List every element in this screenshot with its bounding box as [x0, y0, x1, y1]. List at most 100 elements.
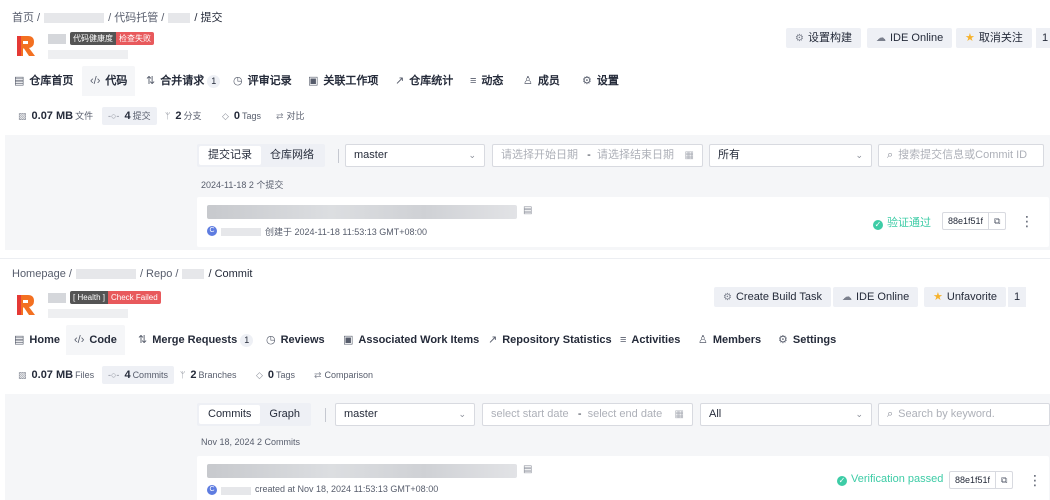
tab-reviews[interactable]: ◷ 评审记录 — [233, 66, 292, 96]
more-options-icon[interactable]: ⋮ — [1020, 212, 1034, 230]
unfollow-button[interactable]: ★ 取消关注 — [956, 28, 1032, 48]
commit-sha[interactable]: 88e1f51f ⧉ — [942, 212, 1007, 230]
tab-label: 代码 — [105, 75, 128, 87]
commit-sha[interactable]: 88e1f51f ⧉ — [949, 471, 1014, 489]
note-icon[interactable]: ▤ — [523, 205, 532, 216]
stat-files[interactable]: ▧ 0.07 MB Files — [18, 366, 94, 384]
merge-request-count: 1 — [207, 75, 221, 88]
search-input[interactable]: ⌕ 搜索提交信息或Commit ID — [878, 144, 1044, 167]
breadcrumb-project-redacted[interactable] — [75, 269, 136, 280]
stat-branches[interactable]: ᛘ 2 分支 — [165, 107, 202, 125]
tab-settings[interactable]: ⚙ 设置 — [582, 66, 619, 96]
stat-files[interactable]: ▧ 0.07 MB 文件 — [18, 107, 93, 125]
date-group-header: Nov 18, 2024 2 Commits — [201, 437, 301, 447]
tab-work-items[interactable]: ▣ 关联工作项 — [308, 66, 378, 96]
check-failed-badge[interactable]: Check Failed — [108, 291, 161, 304]
code-icon: ‹/› — [90, 75, 101, 87]
tab-activities[interactable]: ≡ Activities — [620, 325, 680, 355]
ide-online-button[interactable]: ☁ IDE Online — [867, 28, 953, 48]
seg-graph[interactable]: 仓库网络 — [261, 146, 323, 165]
unfavorite-button[interactable]: ★ Unfavorite — [924, 287, 1007, 307]
stat-tags[interactable]: ◇ 0 Tags — [222, 107, 261, 125]
health-badge[interactable]: 代码健康度 — [70, 32, 116, 45]
tab-label: 评审记录 — [247, 75, 292, 87]
tab-repo-home[interactable]: ▤ 仓库首页 — [14, 66, 73, 96]
files-label: 文件 — [75, 111, 94, 121]
commits-content: 提交记录 仓库网络 master ⌄ 请选择开始日期 - 请选择结束日期 ▦ 所有 ⌄ … — [5, 135, 1050, 250]
tab-code[interactable]: ‹/› Code — [66, 325, 125, 355]
branch-icon: ᛘ — [180, 370, 186, 380]
stat-compare[interactable]: ⇄ 对比 — [276, 107, 305, 125]
check-failed-badge[interactable]: 检查失败 — [116, 32, 154, 45]
compare-icon: ⇄ — [314, 370, 322, 380]
seg-graph[interactable]: Graph — [260, 405, 309, 424]
verify-label: 验证通过 — [887, 217, 931, 229]
seg-commits[interactable]: Commits — [199, 405, 261, 424]
tab-label: 成员 — [537, 75, 560, 87]
commit-card[interactable]: ▤ C 创建于 2024-11-18 11:53:13 GMT+08:00 ✓ 验… — [197, 197, 1049, 247]
note-icon[interactable]: ▤ — [523, 464, 532, 475]
tab-settings[interactable]: ⚙ Settings — [778, 325, 836, 355]
tab-work-items[interactable]: ▣ Associated Work Items — [343, 325, 479, 355]
breadcrumb-home[interactable]: Homepage / — [12, 268, 72, 280]
tab-label: Repository Statistics — [502, 334, 612, 346]
tab-statistics[interactable]: ↗ 仓库统计 — [395, 66, 453, 96]
commit-card[interactable]: ▤ C created at Nov 18, 2024 11:53:13 GMT… — [197, 456, 1049, 500]
tab-activities[interactable]: ≡ 动态 — [470, 66, 503, 96]
commits-count: 4 — [124, 110, 131, 122]
create-build-task-button[interactable]: ⚙ Create Build Task — [714, 287, 831, 307]
tab-home[interactable]: ▤ Home — [14, 325, 60, 355]
commit-icon: -○- — [108, 111, 120, 121]
commit-message-redacted[interactable] — [207, 464, 517, 478]
scope-select[interactable]: 所有 ⌄ — [709, 144, 872, 167]
verification-status[interactable]: ✓ 验证通过 — [873, 214, 931, 230]
breadcrumb-repo-redacted[interactable] — [182, 269, 205, 280]
breadcrumb-repo-redacted[interactable] — [168, 13, 191, 24]
follow-count: 1 — [1036, 28, 1050, 48]
stat-branches[interactable]: ᛘ 2 Branches — [180, 366, 237, 384]
more-options-icon[interactable]: ⋮ — [1028, 471, 1042, 489]
verification-status[interactable]: ✓ Verification passed — [837, 473, 943, 486]
tab-members[interactable]: ♙ 成员 — [523, 66, 560, 96]
ide-online-button[interactable]: ☁ IDE Online — [833, 287, 919, 307]
breadcrumb-project-redacted[interactable] — [44, 13, 105, 24]
stat-compare[interactable]: ⇄ Comparison — [314, 366, 373, 384]
stat-tags[interactable]: ◇ 0 Tags — [256, 366, 295, 384]
scope-select[interactable]: All ⌄ — [700, 403, 872, 426]
tab-members[interactable]: ♙ Members — [698, 325, 761, 355]
commits-content: Commits Graph master ⌄ select start date -… — [5, 394, 1050, 500]
repo-description-redacted — [48, 309, 128, 318]
ide-online-label: IDE Online — [856, 291, 910, 303]
date-range-picker[interactable]: select start date - select end date ▦ — [482, 403, 693, 426]
stat-commits[interactable]: -○- 4 提交 — [102, 107, 157, 125]
copy-icon[interactable]: ⧉ — [988, 213, 1005, 229]
repo-stats: ▧ 0.07 MB 文件 -○- 4 提交 ᛘ 2 分支 ◇ 0 Tags ⇄ 对比 — [0, 104, 1050, 128]
tab-reviews[interactable]: ◷ Reviews — [266, 325, 325, 355]
breadcrumb-repo-hosting[interactable]: / Repo / — [140, 268, 179, 280]
breadcrumb-home[interactable]: 首页 / — [12, 12, 40, 24]
search-input[interactable]: ⌕ Search by keyword. — [878, 403, 1050, 426]
repo-commits-panel-en: Homepage / / Repo / / Commit [ Health ] Ch… — [0, 258, 1050, 500]
tab-code[interactable]: ‹/› 代码 — [82, 66, 136, 96]
tab-merge-requests[interactable]: ⇅ Merge Requests 1 — [138, 325, 254, 355]
tab-label: 仓库首页 — [29, 75, 74, 87]
stat-commits[interactable]: -○- 4 Commits — [102, 366, 175, 384]
commit-message-redacted[interactable] — [207, 205, 517, 219]
tab-merge-requests[interactable]: ⇅ 合并请求 1 — [146, 66, 221, 96]
breadcrumb-repo-hosting[interactable]: / 代码托管 / — [108, 12, 164, 24]
copy-icon[interactable]: ⧉ — [995, 472, 1012, 488]
create-build-label: Create Build Task — [735, 291, 822, 303]
branch-select[interactable]: master ⌄ — [345, 144, 485, 167]
health-badge[interactable]: [ Health ] — [70, 291, 109, 304]
branch-select[interactable]: master ⌄ — [335, 403, 475, 426]
date-range-picker[interactable]: 请选择开始日期 - 请选择结束日期 ▦ — [492, 144, 703, 167]
cloud-icon: ☁ — [876, 33, 886, 44]
tab-statistics[interactable]: ↗ Repository Statistics — [488, 325, 612, 355]
author-redacted — [221, 487, 251, 495]
setup-build-button[interactable]: ⚙ 设置构建 — [786, 28, 861, 48]
repo-description-redacted — [48, 50, 128, 59]
seg-commits[interactable]: 提交记录 — [199, 146, 261, 165]
tags-count: 0 — [233, 110, 241, 122]
scope-value: All — [709, 408, 722, 420]
home-icon: ▤ — [14, 75, 25, 87]
